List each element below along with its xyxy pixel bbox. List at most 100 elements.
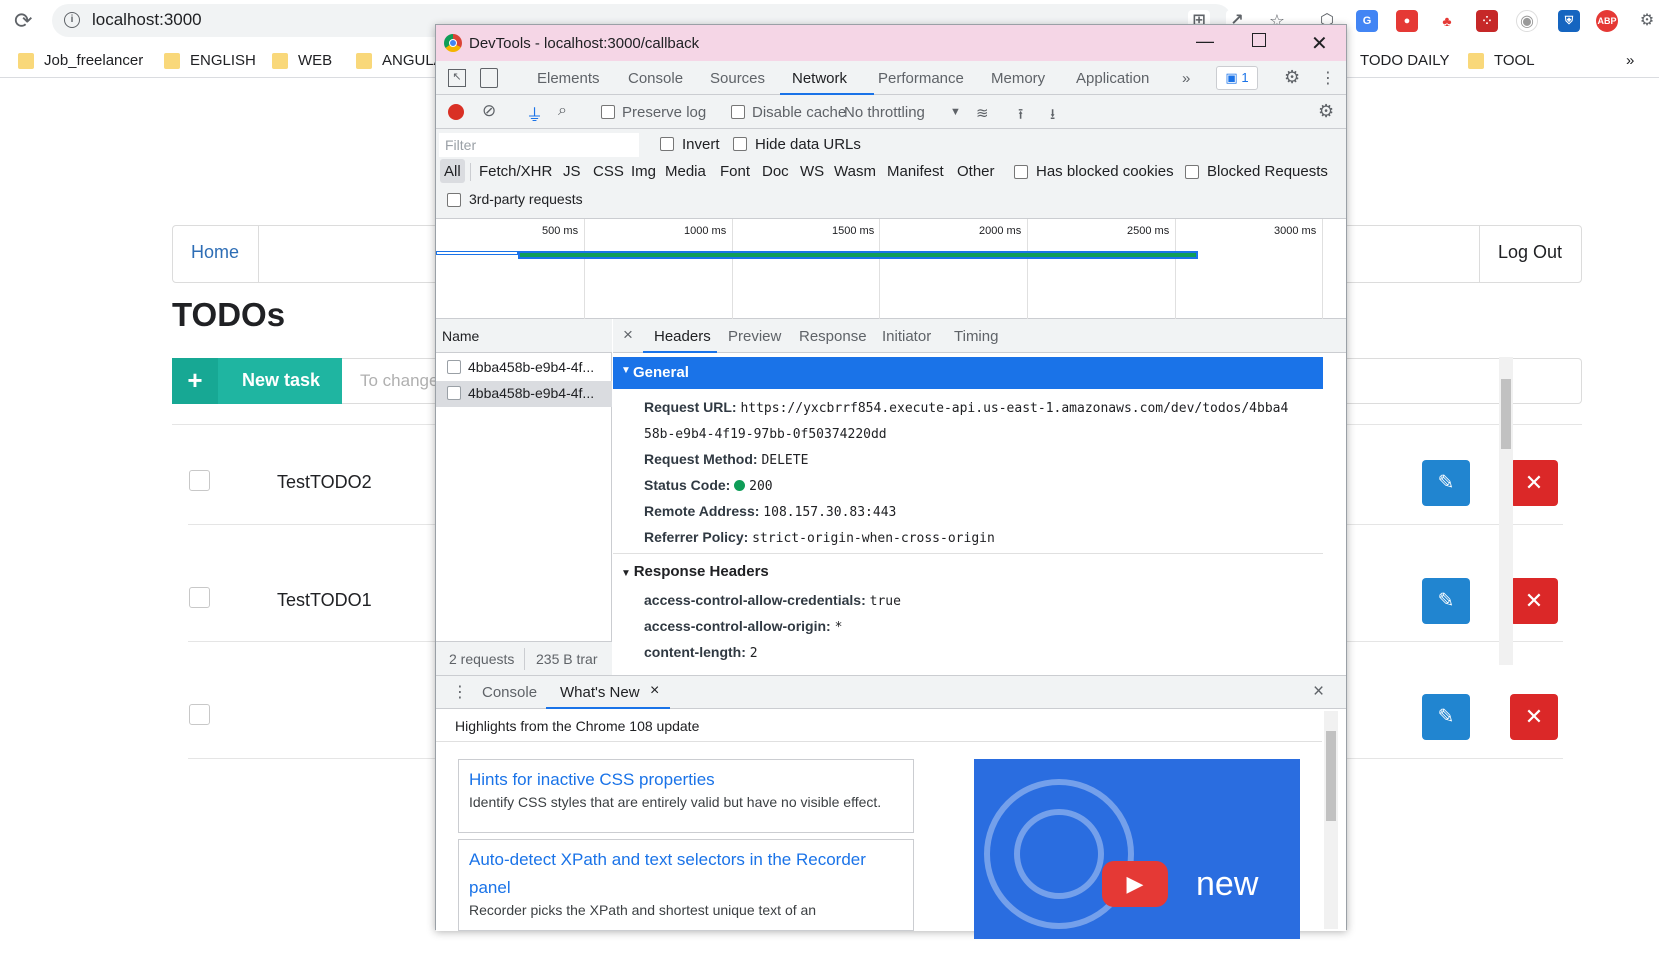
plus-icon[interactable]: + (172, 358, 218, 404)
more-tabs-icon[interactable]: » (1182, 70, 1190, 87)
tab-timing[interactable]: Timing (954, 328, 998, 345)
tab-response[interactable]: Response (799, 328, 867, 345)
upload-icon[interactable]: ⭱ (1018, 104, 1023, 129)
filter-js[interactable]: JS (563, 163, 581, 180)
close-icon[interactable]: ✕ (1311, 31, 1328, 56)
filter-img[interactable]: Img (631, 163, 656, 180)
request-row-selected[interactable]: 4bba458b-e9b4-4f... (436, 381, 612, 407)
edit-button[interactable]: ✎ (1422, 694, 1470, 740)
download-icon[interactable]: ⭳ (1050, 104, 1055, 129)
card-title[interactable]: Auto-detect XPath and text selectors in … (469, 846, 903, 902)
drawer-scrollbar-thumb[interactable] (1326, 731, 1336, 821)
filter-other[interactable]: Other (957, 163, 995, 180)
response-headers-header[interactable]: ▼ Response Headers (621, 563, 769, 580)
bookmark-job-freelancer[interactable]: Job_freelancer (18, 52, 143, 69)
minimize-icon[interactable]: — (1196, 31, 1214, 52)
filter-fetch-xhr[interactable]: Fetch/XHR (479, 163, 552, 180)
network-overview[interactable]: 500 ms 1000 ms 1500 ms 2000 ms 2500 ms 3… (436, 219, 1346, 319)
tab-network[interactable]: Network (792, 70, 847, 87)
url-text[interactable]: localhost:3000 (92, 10, 202, 30)
new-task-label[interactable]: New task (242, 370, 320, 391)
shield-icon[interactable]: ⛨ (1558, 10, 1580, 32)
delete-button[interactable]: ✕ (1510, 460, 1558, 506)
issues-badge[interactable]: ▣ 1 (1216, 66, 1258, 90)
inspect-icon[interactable]: ↖ (448, 69, 466, 87)
filter-ws[interactable]: WS (800, 163, 824, 180)
delete-button[interactable]: ✕ (1510, 578, 1558, 624)
bookmark-tool[interactable]: TOOL (1468, 52, 1535, 69)
clear-icon[interactable]: ⊘ (482, 101, 496, 121)
throttling-select[interactable]: No throttling (844, 104, 925, 121)
hide-data-urls-checkbox[interactable] (733, 137, 747, 151)
third-party-checkbox[interactable] (447, 193, 461, 207)
filter-manifest[interactable]: Manifest (887, 163, 944, 180)
drawer-tab-whats-new[interactable]: What's New (560, 684, 640, 701)
tab-initiator[interactable]: Initiator (882, 328, 931, 345)
tab-application[interactable]: Application (1076, 70, 1149, 87)
video-thumbnail[interactable]: ▶ new (974, 759, 1300, 939)
drawer-tab-console[interactable]: Console (482, 684, 537, 701)
general-section-header[interactable]: ▼ General (613, 357, 1323, 389)
has-blocked-cookies-checkbox[interactable] (1014, 165, 1028, 179)
edit-button[interactable]: ✎ (1422, 460, 1470, 506)
disable-cache-checkbox[interactable] (731, 105, 745, 119)
close-details-icon[interactable]: × (623, 325, 633, 345)
filter-css[interactable]: CSS (593, 163, 624, 180)
search-icon[interactable]: ⌕ (558, 102, 567, 120)
card-title[interactable]: Hints for inactive CSS properties (469, 766, 903, 794)
google-translate-icon[interactable]: G (1356, 10, 1378, 32)
network-settings-icon[interactable]: ⚙ (1318, 101, 1334, 122)
tab-sources[interactable]: Sources (710, 70, 765, 87)
bookmark-english[interactable]: ENGLISH (164, 52, 256, 69)
chevron-down-icon[interactable]: ▼ (950, 106, 961, 118)
maximize-icon[interactable] (1252, 33, 1266, 47)
settings-icon[interactable]: ⚙ (1284, 67, 1300, 88)
feature-card[interactable]: Hints for inactive CSS properties Identi… (458, 759, 914, 833)
home-link[interactable]: Home (191, 242, 239, 263)
tab-preview[interactable]: Preview (728, 328, 781, 345)
filter-wasm[interactable]: Wasm (834, 163, 876, 180)
record-icon[interactable] (448, 104, 464, 120)
drawer-menu-icon[interactable]: ⋮ (452, 682, 468, 702)
close-tab-icon[interactable]: × (650, 682, 659, 700)
name-column-header[interactable]: Name (436, 319, 612, 353)
tomato-icon[interactable]: ● (1396, 10, 1418, 32)
filter-font[interactable]: Font (720, 163, 750, 180)
bookmark-todo-daily[interactable]: TODO DAILY (1334, 52, 1449, 69)
site-info-icon[interactable]: i (64, 12, 80, 28)
tab-memory[interactable]: Memory (991, 70, 1045, 87)
filter-doc[interactable]: Doc (762, 163, 789, 180)
edit-button[interactable]: ✎ (1422, 578, 1470, 624)
details-scrollbar-thumb[interactable] (1501, 379, 1511, 449)
play-icon[interactable]: ▶ (1102, 861, 1168, 907)
tab-console[interactable]: Console (628, 70, 683, 87)
bookmark-angula[interactable]: ANGULA (356, 52, 444, 69)
tab-performance[interactable]: Performance (878, 70, 964, 87)
bookmark-web[interactable]: WEB (272, 52, 332, 69)
panda-icon[interactable]: ◉ (1516, 10, 1538, 32)
bookmarks-overflow[interactable]: » (1626, 52, 1634, 69)
tree-icon[interactable]: ♣ (1436, 10, 1458, 32)
feature-card[interactable]: Auto-detect XPath and text selectors in … (458, 839, 914, 931)
close-drawer-icon[interactable]: × (1313, 681, 1324, 703)
request-row[interactable]: 4bba458b-e9b4-4f... (436, 355, 612, 381)
network-conditions-icon[interactable]: ≋ (976, 104, 989, 122)
kebab-menu-icon[interactable]: ⋮ (1320, 68, 1336, 88)
filter-icon[interactable]: ⏚ (526, 101, 543, 126)
extensions-icon[interactable]: ⚙ (1636, 10, 1658, 32)
delete-button[interactable]: ✕ (1510, 694, 1558, 740)
todo-checkbox[interactable] (189, 587, 210, 608)
blocked-requests-checkbox[interactable] (1185, 165, 1199, 179)
dice-icon[interactable]: ⁘ (1476, 10, 1498, 32)
tab-elements[interactable]: Elements (537, 70, 600, 87)
filter-all[interactable]: All (444, 163, 461, 180)
todo-checkbox[interactable] (189, 470, 210, 491)
invert-checkbox[interactable] (660, 137, 674, 151)
tab-headers[interactable]: Headers (654, 328, 711, 345)
preserve-log-checkbox[interactable] (601, 105, 615, 119)
filter-media[interactable]: Media (665, 163, 706, 180)
device-toggle-icon[interactable] (480, 68, 498, 88)
todo-checkbox[interactable] (189, 704, 210, 725)
reload-icon[interactable]: ⟳ (14, 8, 32, 34)
logout-link[interactable]: Log Out (1498, 242, 1562, 263)
